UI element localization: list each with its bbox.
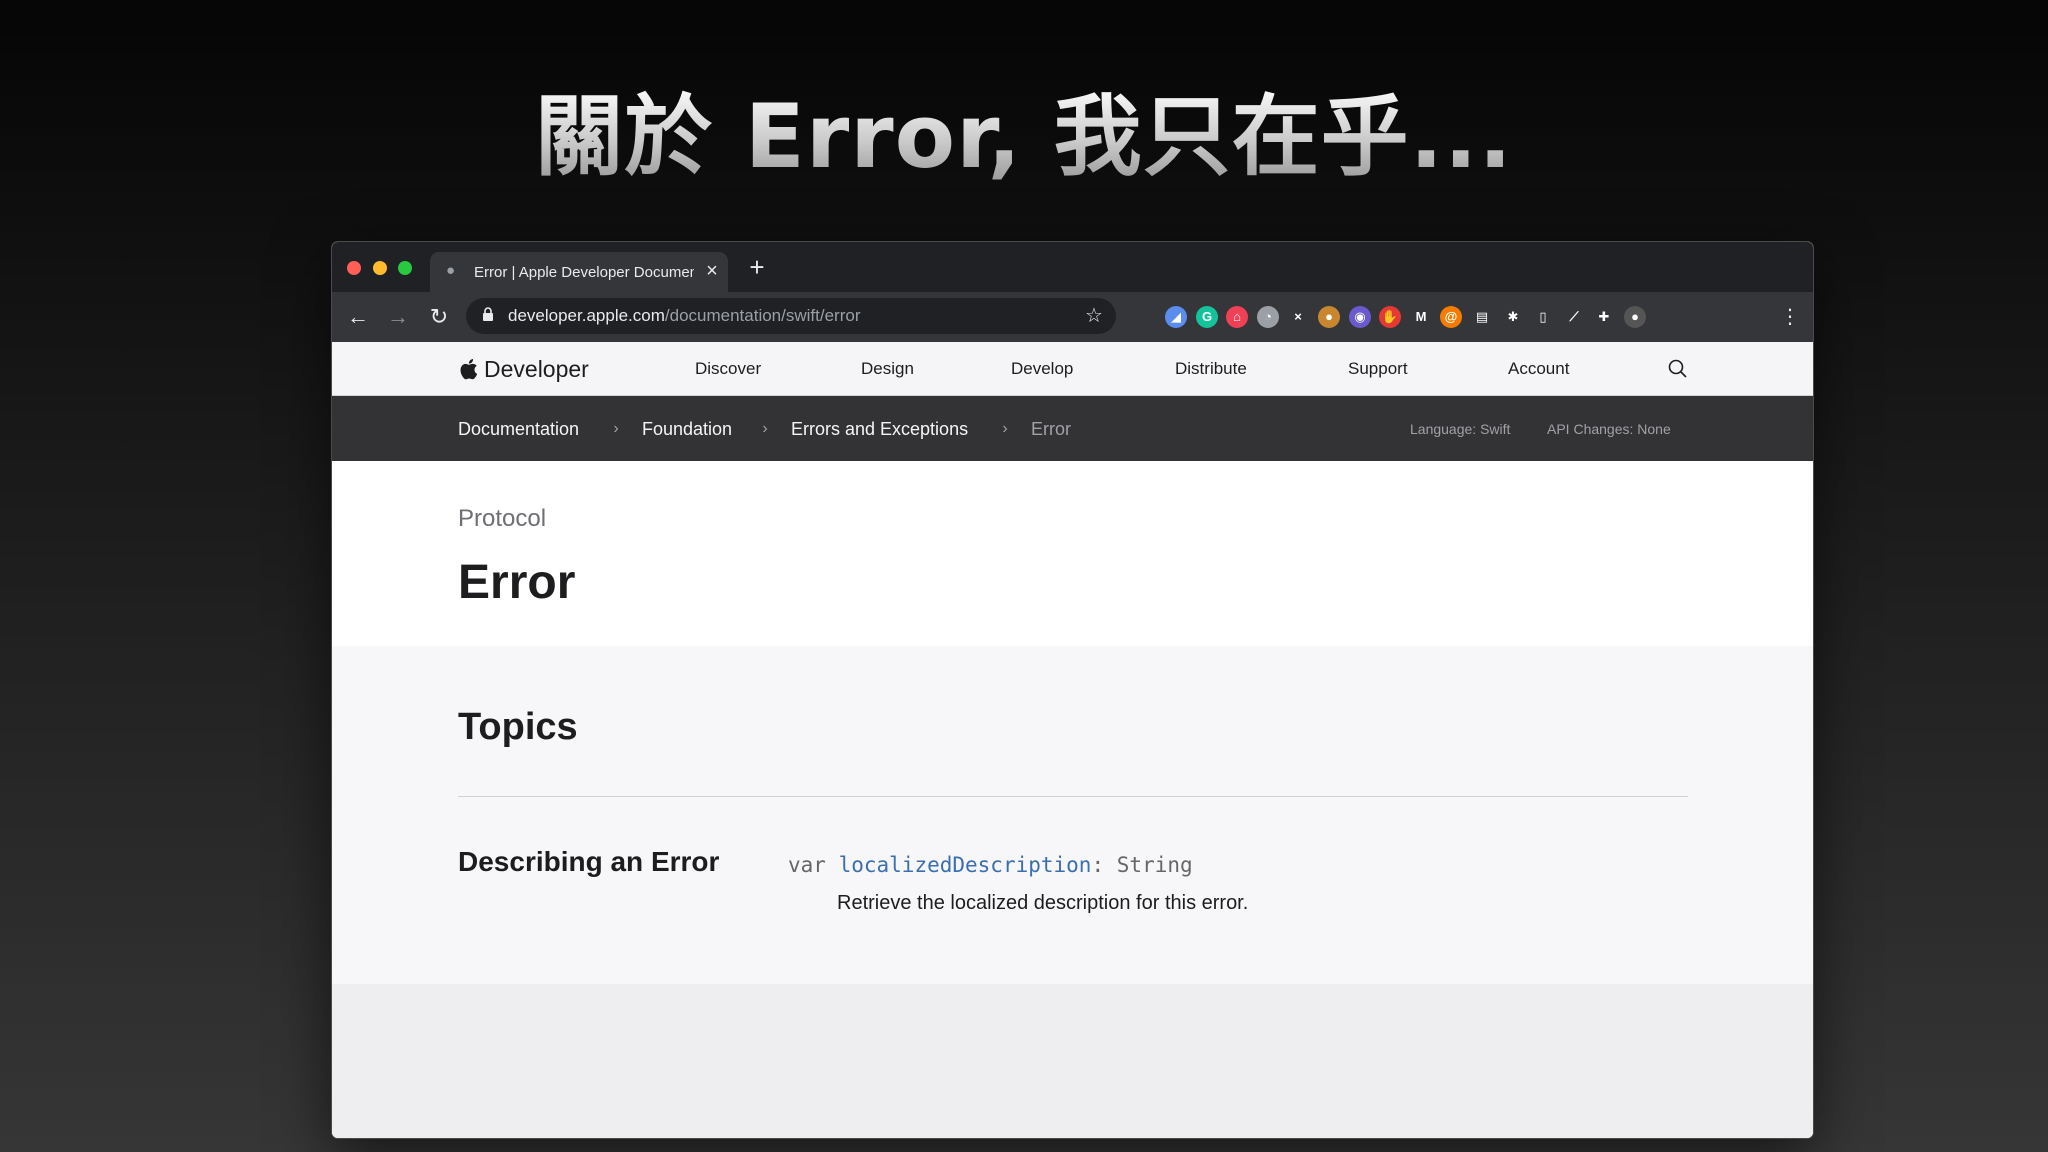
puzzle-icon[interactable]: ✚ [1593,306,1615,328]
tab-close-icon[interactable]: × [702,261,722,281]
reload-icon[interactable]: ↻ [427,305,451,329]
page-footer-area [332,984,1813,1138]
topics-heading: Topics [458,706,578,748]
developer-wordmark: Developer [484,356,589,382]
api-changes-toggle[interactable]: API Changes: None [1547,420,1671,438]
declaration-link[interactable]: var localizedDescription: String [788,852,1193,878]
new-tab-button[interactable]: + [745,254,769,280]
mcp-icon[interactable]: M [1410,306,1432,328]
page-icon[interactable]: ▯ [1532,306,1554,328]
breadcrumb-separator: › [1002,420,1008,437]
grammarly-icon[interactable]: G [1196,306,1218,328]
nav-support[interactable]: Support [1348,358,1408,380]
breadcrumb-errors-and-exceptions[interactable]: Errors and Exceptions [791,418,968,440]
symbol-kind: Protocol [458,505,547,532]
apple-logo-icon [460,359,478,380]
lock-icon [478,306,498,326]
declaration-type: String [1116,853,1193,877]
breadcrumb-bar: Documentation › Foundation › Errors and … [332,396,1813,461]
minimize-window-button[interactable] [373,261,387,275]
spiral-icon[interactable]: @ [1440,306,1462,328]
breadcrumb-separator: › [613,420,619,437]
declaration-symbol[interactable]: localizedDescription [839,853,1092,877]
topic-group-title: Describing an Error [458,846,720,877]
close-window-button[interactable] [347,261,361,275]
browser-toolbar: ← → ↻ developer.apple.com/documentation/… [332,292,1813,342]
nav-distribute[interactable]: Distribute [1175,358,1247,380]
divider [458,796,1688,797]
tab-title: Error | Apple Developer Documentation [474,264,694,281]
language-toggle[interactable]: Language: Swift [1410,420,1510,438]
url-path: /documentation/swift/error [664,306,861,325]
forward-arrow-icon[interactable]: → [386,305,410,329]
x-icon[interactable]: × [1287,306,1309,328]
nav-design[interactable]: Design [861,358,914,380]
breadcrumb-foundation[interactable]: Foundation [642,418,732,440]
browser-menu-icon[interactable]: ⋮ [1778,305,1802,329]
developer-logo[interactable]: Developer [458,356,589,382]
declaration-colon: : [1091,853,1105,877]
page-title: Error [458,556,576,609]
bookmark-star-icon[interactable]: ☆ [1082,304,1106,328]
doc-hero: Protocol Error [332,461,1813,646]
feather-icon[interactable]: ⟋ [1563,306,1585,328]
document-icon[interactable]: ▤ [1471,306,1493,328]
nav-discover[interactable]: Discover [695,358,761,380]
back-arrow-icon[interactable]: ← [346,305,370,329]
url-host: developer.apple.com [508,306,665,325]
avatar-icon[interactable]: ● [1624,306,1646,328]
zoom-window-button[interactable] [398,261,412,275]
tab-strip: ● Error | Apple Developer Documentation … [332,242,1813,292]
hand-icon[interactable]: ✋ [1379,306,1401,328]
mouse-icon[interactable]: ◔ [1257,306,1279,328]
breadcrumb-separator: › [762,420,768,437]
global-nav: Developer Discover Design Develop Distri… [332,342,1813,396]
breadcrumb-error: Error [1031,419,1071,439]
slide-title: 關於 Error, 我只在乎... [0,82,2048,192]
compass-icon[interactable]: ◢ [1165,306,1187,328]
breadcrumb-documentation[interactable]: Documentation [458,418,579,440]
nav-account[interactable]: Account [1508,358,1569,380]
declaration-abstract: Retrieve the localized description for t… [837,892,1249,914]
browser-window: ● Error | Apple Developer Documentation … [332,242,1813,1138]
browser-tab[interactable]: ● Error | Apple Developer Documentation … [430,252,728,292]
translate-icon[interactable]: ◉ [1349,306,1371,328]
apple-favicon-icon: ● [446,262,456,279]
declaration-keyword: var [788,853,826,877]
url-text[interactable]: developer.apple.com/documentation/swift/… [508,306,860,326]
cookie-icon[interactable]: ● [1318,306,1340,328]
topics-section: Topics Describing an Error var localized… [332,646,1813,984]
nav-develop[interactable]: Develop [1011,358,1073,380]
search-icon[interactable] [1666,357,1690,381]
address-bar[interactable]: developer.apple.com/documentation/swift/… [466,298,1116,334]
web-page: Developer Discover Design Develop Distri… [332,342,1813,1138]
asterisk-icon[interactable]: ✱ [1502,306,1524,328]
pocket-icon[interactable]: ⌂ [1226,306,1248,328]
